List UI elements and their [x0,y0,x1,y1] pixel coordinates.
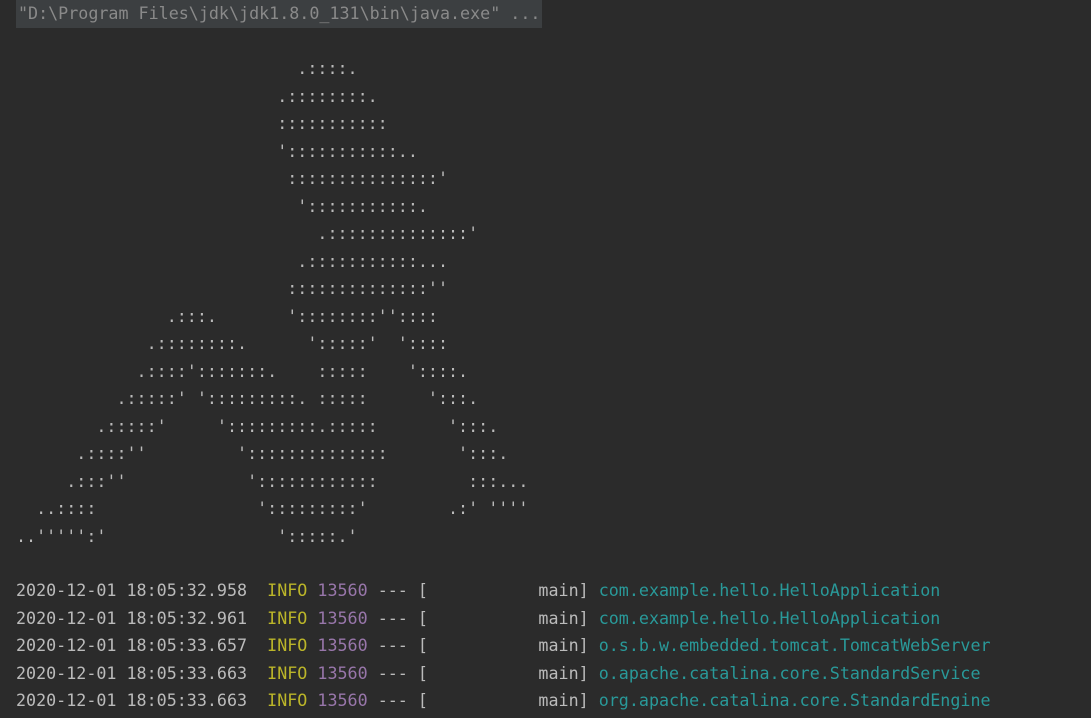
banner-line: .:::'' ':::::::::::: :::... [16,470,529,491]
log-level: INFO [257,662,308,683]
log-separator: --- [377,635,408,655]
banner-line: :::::::::::::::' [16,168,449,188]
banner-line: .::::':::::::. ::::: '::::. [16,360,469,381]
banner-line: .:::. '::::::::'':::: [16,305,438,326]
log-separator: --- [377,580,408,600]
log-timestamp: 2020-12-01 18:05:33.663 [16,690,248,710]
banner-line: ::::::::::::::'' [16,278,449,298]
log-line: 2020-12-01 18:05:32.961 INFO 13560 --- [… [16,605,991,633]
log-line: 2020-12-01 18:05:33.663 INFO 13560 --- [… [16,660,991,688]
banner-line: ':::::::::::.. [16,140,418,161]
log-level: INFO [257,580,308,600]
log-thread: [ main] [417,607,589,628]
banner-line: .::::. [16,58,358,78]
log-thread: [ main] [417,662,589,683]
log-line: 2020-12-01 18:05:33.657 INFO 13560 --- [… [16,632,991,660]
log-output: 2020-12-01 18:05:32.958 INFO 13560 --- [… [16,577,991,715]
banner-line: .:::::' ':::::::::. ::::: ':::. [16,388,479,408]
log-line: 2020-12-01 18:05:33.663 INFO 13560 --- [… [16,687,991,715]
log-separator: --- [377,607,408,628]
log-line: 2020-12-01 18:05:32.958 INFO 13560 --- [… [16,577,991,605]
banner-line: .::::::::. [16,85,378,106]
log-pid: 13560 [317,607,368,628]
log-logger-link[interactable]: o.apache.catalina.core.StandardService [599,663,981,683]
banner-line: ::::::::::: [16,113,388,133]
banner-line: .::::::::. ':::::' ':::: [16,333,449,353]
log-timestamp: 2020-12-01 18:05:32.961 [16,607,248,628]
log-logger-link[interactable]: com.example.hello.HelloApplication [599,580,941,600]
run-console[interactable]: "D:\Program Files\jdk\jdk1.8.0_131\bin\j… [0,0,1091,718]
log-separator: --- [377,662,408,683]
log-thread: [ main] [417,580,589,600]
banner-line: ..''''':' ':::::.' [16,525,358,546]
log-thread: [ main] [417,635,589,655]
log-pid: 13560 [317,635,368,655]
log-pid: 13560 [317,690,368,710]
log-level: INFO [257,635,308,655]
banner-line: .::::::::::::::' [16,223,479,243]
log-level: INFO [257,607,308,628]
log-timestamp: 2020-12-01 18:05:32.958 [16,580,248,600]
banner-line: ..:::: ':::::::::' .:' '''' [16,498,529,518]
ascii-banner: .::::. .::::::::. ::::::::::: ':::::::::… [16,55,528,550]
log-pid: 13560 [317,580,368,600]
log-timestamp: 2020-12-01 18:05:33.663 [16,662,248,683]
log-separator: --- [377,690,408,710]
log-level: INFO [257,690,308,710]
banner-line: .:::::' ':::::::::.::::: ':::. [16,415,499,436]
log-thread: [ main] [417,690,589,710]
banner-line: .:::::::::::... [16,250,449,271]
log-logger-link[interactable]: org.apache.catalina.core.StandardEngine [599,690,991,710]
log-timestamp: 2020-12-01 18:05:33.657 [16,635,248,655]
log-logger-link[interactable]: com.example.hello.HelloApplication [599,608,941,628]
log-logger-link[interactable]: o.s.b.w.embedded.tomcat.TomcatWebServer [599,635,991,655]
banner-line: .::::'' ':::::::::::::: ':::. [16,443,509,463]
banner-line: ':::::::::::. [16,195,428,216]
log-pid: 13560 [317,662,368,683]
command-line[interactable]: "D:\Program Files\jdk\jdk1.8.0_131\bin\j… [16,0,543,28]
